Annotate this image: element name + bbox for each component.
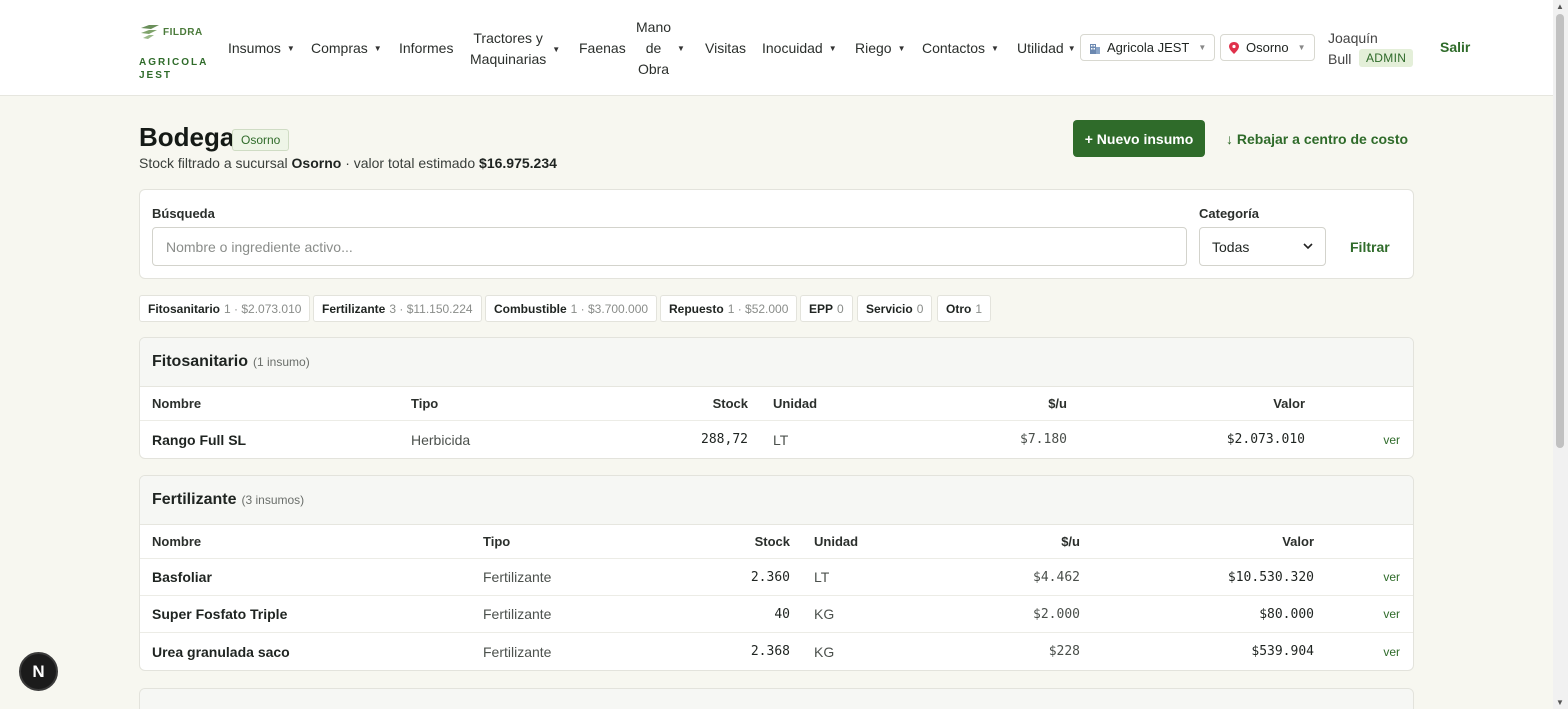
branch-selector[interactable]: Osorno ▼ <box>1220 34 1315 61</box>
page-subtitle: Stock filtrado a sucursal Osorno · valor… <box>139 155 557 171</box>
nav-visitas[interactable]: Visitas <box>705 38 746 59</box>
branch-badge: Osorno <box>232 129 290 151</box>
chip-fertilizante[interactable]: Fertilizante 3 · $11.150.224 <box>313 295 482 322</box>
chip-otro[interactable]: Otro 1 <box>937 295 992 322</box>
table-header-row: Nombre Tipo Stock Unidad $/u Valor <box>140 525 1413 559</box>
section-header: Fitosanitario (1 insumo) <box>140 338 1413 387</box>
chip-servicio[interactable]: Servicio 0 <box>857 295 933 322</box>
chevron-down-icon: ▼ <box>1198 43 1207 52</box>
scroll-down-icon[interactable]: ▼ <box>1556 698 1564 707</box>
ver-link[interactable]: ver <box>1383 596 1400 632</box>
category-label: Categoría <box>1199 206 1259 221</box>
table-row: Urea granulada saco Fertilizante 2.368 K… <box>140 633 1413 670</box>
nav-mano-de-obra[interactable]: Mano de Obra ▼ <box>636 17 685 80</box>
nav-faenas[interactable]: Faenas <box>579 38 626 59</box>
filter-button[interactable]: Filtrar <box>1350 239 1390 255</box>
chip-fitosanitario[interactable]: Fitosanitario 1 · $2.073.010 <box>139 295 311 322</box>
brand-logo[interactable]: FILDRA AGRICOLA JEST <box>139 24 219 82</box>
page-scrollbar[interactable]: ▲ ▼ <box>1553 0 1568 709</box>
chevron-down-icon: ▼ <box>828 44 837 53</box>
ver-link[interactable]: ver <box>1383 421 1400 458</box>
location-pin-icon <box>1229 41 1239 54</box>
category-select[interactable]: Todas <box>1199 227 1326 266</box>
section-combustible-partial <box>139 688 1414 709</box>
nav-inocuidad[interactable]: Inocuidad ▼ <box>762 38 837 59</box>
chip-combustible[interactable]: Combustible 1 · $3.700.000 <box>485 295 658 322</box>
top-navbar: FILDRA AGRICOLA JEST Insumos ▼ Compras ▼ I… <box>0 0 1553 96</box>
new-insumo-button[interactable]: + Nuevo insumo <box>1073 120 1205 157</box>
company-name: AGRICOLA JEST <box>139 57 209 81</box>
fildra-logo-icon <box>141 25 159 39</box>
ver-link[interactable]: ver <box>1383 559 1400 595</box>
table-row: Rango Full SL Herbicida 288,72 LT $7.180… <box>140 421 1413 458</box>
chevron-down-icon: ▼ <box>897 44 906 53</box>
chevron-down-icon: ▼ <box>677 44 685 53</box>
logout-link[interactable]: Salir <box>1440 39 1470 55</box>
chip-epp[interactable]: EPP 0 <box>800 295 853 322</box>
role-badge: ADMIN <box>1359 49 1414 67</box>
nav-informes[interactable]: Informes <box>399 38 453 59</box>
section-header <box>140 689 1413 709</box>
table-row: Super Fosfato Triple Fertilizante 40 KG … <box>140 596 1413 633</box>
chevron-down-icon: ▼ <box>1297 43 1306 52</box>
building-icon <box>1090 43 1100 54</box>
nav-contactos[interactable]: Contactos ▼ <box>922 38 999 59</box>
table-header-row: Nombre Tipo Stock Unidad $/u Valor <box>140 387 1413 421</box>
search-input[interactable] <box>152 227 1187 266</box>
chevron-down-icon: ▼ <box>1067 44 1076 53</box>
chip-repuesto[interactable]: Repuesto 1 · $52.000 <box>660 295 798 322</box>
chevron-down-icon: ▼ <box>552 44 561 54</box>
filter-card: Búsqueda Categoría Todas Filtrar <box>139 189 1414 279</box>
section-fertilizante: Fertilizante (3 insumos) Nombre Tipo Sto… <box>139 475 1414 671</box>
page-title: Bodega <box>139 122 235 152</box>
chevron-down-icon: ▼ <box>991 44 999 53</box>
dev-tools-badge[interactable]: N <box>19 652 58 691</box>
scroll-up-icon[interactable]: ▲ <box>1556 2 1564 11</box>
nav-tractores[interactable]: Tractores y Maquinarias ▼ <box>470 28 560 70</box>
nav-compras[interactable]: Compras ▼ <box>311 38 382 59</box>
ver-link[interactable]: ver <box>1383 633 1400 670</box>
chevron-down-icon <box>1303 243 1313 250</box>
nav-riego[interactable]: Riego ▼ <box>855 38 906 59</box>
search-label: Búsqueda <box>152 206 215 221</box>
logo-text: FILDRA <box>163 26 203 38</box>
nav-insumos[interactable]: Insumos ▼ <box>228 38 295 59</box>
chevron-down-icon: ▼ <box>286 44 295 53</box>
chevron-down-icon: ▼ <box>373 44 382 53</box>
section-fitosanitario: Fitosanitario (1 insumo) Nombre Tipo Sto… <box>139 337 1414 459</box>
section-header: Fertilizante (3 insumos) <box>140 476 1413 525</box>
company-selector[interactable]: Agricola JEST ▼ <box>1080 34 1216 61</box>
table-row: Basfoliar Fertilizante 2.360 LT $4.462 $… <box>140 559 1413 596</box>
nav-utilidad[interactable]: Utilidad ▼ <box>1017 38 1076 59</box>
rebajar-centro-costo-link[interactable]: ↓ Rebajar a centro de costo <box>1226 131 1408 147</box>
scroll-thumb[interactable] <box>1556 14 1564 448</box>
